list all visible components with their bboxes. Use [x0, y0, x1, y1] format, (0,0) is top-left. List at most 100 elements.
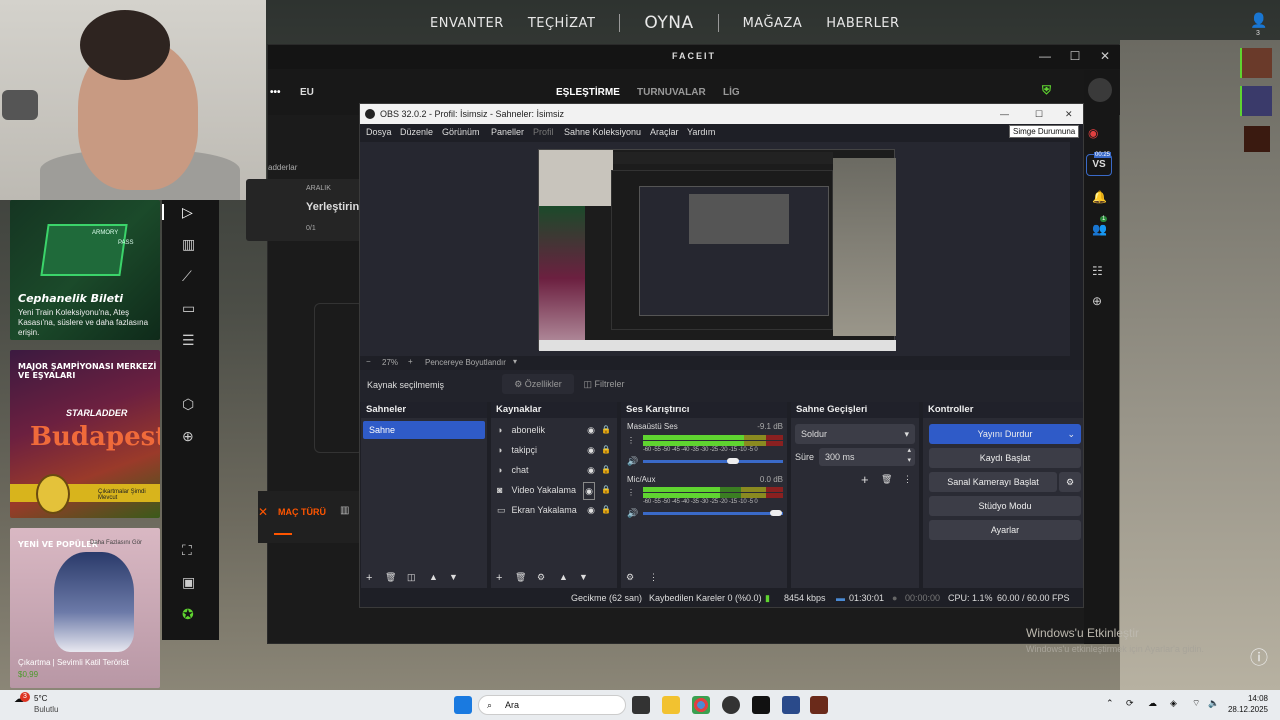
- bell-icon[interactable]: 🔔: [1092, 190, 1107, 204]
- nav-news[interactable]: HABERLER: [826, 16, 899, 31]
- eye-icon[interactable]: ◉: [583, 482, 595, 500]
- close-icon[interactable]: ✕: [1065, 104, 1073, 124]
- more-icon[interactable]: ⋮: [627, 436, 635, 445]
- chevron-down-icon[interactable]: ▼: [449, 572, 458, 582]
- faceit-icon[interactable]: [752, 696, 770, 714]
- menu-tools[interactable]: Araçlar: [650, 127, 679, 137]
- settings-button[interactable]: Ayarlar: [929, 520, 1081, 540]
- speaker-icon[interactable]: 🔊: [627, 508, 638, 519]
- source-item[interactable]: ◙ Video Yakalama ◉ 🔒: [497, 482, 615, 500]
- trash-icon[interactable]: 🗑: [881, 474, 892, 485]
- clock-date[interactable]: 28.12.2025: [1226, 705, 1268, 714]
- party-icon[interactable]: ☷: [1092, 264, 1103, 278]
- menu-help[interactable]: Yardım: [687, 127, 715, 137]
- friend-avatar[interactable]: [1240, 48, 1272, 78]
- menu-dots-icon[interactable]: •••: [270, 87, 281, 98]
- more-icon[interactable]: ⋮: [649, 572, 658, 583]
- friend-avatar[interactable]: [1240, 86, 1272, 116]
- source-item[interactable]: ▭ Ekran Yakalama ◉ 🔒: [497, 502, 615, 518]
- lock-icon[interactable]: 🔒: [601, 462, 611, 478]
- filter-icon[interactable]: ◫: [407, 572, 416, 583]
- maximize-icon[interactable]: ☐: [1035, 104, 1043, 124]
- range-card[interactable]: ARALIK Yerleştirin 0/1: [246, 179, 362, 241]
- trash-icon[interactable]: 🗑: [515, 572, 526, 583]
- chevron-up-icon[interactable]: ▲: [559, 572, 568, 582]
- friend-avatar[interactable]: [1244, 126, 1270, 152]
- chevron-down-icon[interactable]: ▼: [579, 572, 588, 582]
- minimize-icon[interactable]: —: [1000, 104, 1009, 124]
- gear-icon[interactable]: ⚙: [537, 572, 545, 583]
- maximize-icon[interactable]: ☐: [1060, 45, 1090, 69]
- focus-icon[interactable]: ⛶: [182, 542, 192, 559]
- zoom-out-icon[interactable]: −: [366, 357, 371, 366]
- volume-knob[interactable]: [770, 510, 782, 516]
- game-icon[interactable]: [810, 696, 828, 714]
- broadcast-icon[interactable]: ⓘ: [1250, 644, 1268, 670]
- armory-pass-card[interactable]: ARMORY PASS Cephanelik Bileti Yeni Train…: [10, 200, 160, 340]
- shield-icon[interactable]: ✪: [182, 606, 194, 623]
- lock-icon[interactable]: 🔒: [601, 482, 611, 498]
- trash-icon[interactable]: 🗑: [385, 572, 396, 583]
- desktop-volume-slider[interactable]: [643, 458, 783, 464]
- source-item[interactable]: ◑ chat ◉ 🔒: [497, 462, 615, 478]
- see-more-link[interactable]: Daha Fazlasını Gör: [90, 540, 142, 546]
- transition-select[interactable]: Soldur ▾: [795, 424, 915, 444]
- list-icon[interactable]: ☰: [182, 332, 195, 349]
- nav-inventory[interactable]: ENVANTER: [430, 16, 504, 31]
- properties-button[interactable]: ⚙ Özellikler: [502, 374, 574, 394]
- studio-mode-button[interactable]: Stüdyo Modu: [929, 496, 1081, 516]
- avatar[interactable]: [1088, 78, 1112, 102]
- gear-icon[interactable]: ⚙: [626, 572, 634, 583]
- bag-icon[interactable]: ▣: [182, 574, 195, 591]
- speaker-icon[interactable]: 🔊: [627, 456, 638, 467]
- menu-view[interactable]: Görünüm: [442, 127, 480, 137]
- live-icon[interactable]: ◉: [1088, 126, 1098, 140]
- menu-docks[interactable]: Paneller: [491, 127, 524, 137]
- friends-icon[interactable]: 👤: [1250, 12, 1267, 29]
- eye-icon[interactable]: ◉: [587, 442, 595, 458]
- stream-preview[interactable]: [538, 149, 896, 351]
- clock-time[interactable]: 14:08: [1226, 694, 1268, 703]
- cs2-icon[interactable]: [782, 696, 800, 714]
- source-item[interactable]: ◑ takipçi ◉ 🔒: [497, 442, 615, 458]
- menu-edit[interactable]: Düzenle: [400, 127, 433, 137]
- zoom-in-icon[interactable]: +: [408, 357, 413, 366]
- shield-icon[interactable]: ⛨: [1042, 83, 1051, 98]
- minimize-icon[interactable]: —: [1030, 45, 1060, 69]
- tab-league[interactable]: LİG: [723, 87, 740, 98]
- chevron-down-icon[interactable]: ▾: [513, 357, 517, 366]
- nav-loadout[interactable]: TEÇHİZAT: [528, 16, 596, 31]
- chrome-icon[interactable]: [692, 696, 710, 714]
- gear-icon[interactable]: ⚙: [1059, 472, 1081, 492]
- search-input[interactable]: ⌕ Ara: [478, 695, 626, 715]
- add-icon[interactable]: ⊕: [1092, 294, 1102, 308]
- more-icon[interactable]: ⋮: [627, 488, 635, 497]
- video-icon[interactable]: ▭: [182, 300, 195, 317]
- chevron-up-icon[interactable]: ⌃: [1106, 698, 1114, 709]
- tray-icon[interactable]: ☁: [1148, 698, 1157, 709]
- more-icon[interactable]: ⋮: [903, 474, 912, 485]
- region-label[interactable]: EU: [300, 87, 314, 98]
- add-icon[interactable]: +: [496, 572, 502, 584]
- close-icon[interactable]: ✕: [1090, 45, 1120, 69]
- new-popular-card[interactable]: YENİ VE POPÜLER Daha Fazlasını Gör Çıkar…: [10, 528, 160, 688]
- stepper-icon[interactable]: ▴ ▾: [907, 446, 911, 466]
- eye-icon[interactable]: ◉: [587, 422, 595, 438]
- start-virtual-camera-button[interactable]: Sanal Kamerayı Başlat: [929, 472, 1057, 492]
- match-type-bar[interactable]: ✕ MAÇ TÜRÜ ▥: [258, 491, 362, 543]
- file-explorer-icon[interactable]: [662, 696, 680, 714]
- tray-icon[interactable]: ⟳: [1126, 698, 1134, 709]
- scene-item[interactable]: Sahne: [363, 421, 485, 439]
- task-view-icon[interactable]: [632, 696, 650, 714]
- mic-volume-slider[interactable]: [643, 510, 783, 516]
- menu-scene-collection[interactable]: Sahne Koleksiyonu: [564, 127, 641, 137]
- volume-icon[interactable]: 🔈: [1208, 698, 1219, 709]
- add-icon[interactable]: +: [366, 572, 372, 584]
- eye-icon[interactable]: ◉: [587, 462, 595, 478]
- tab-matchmaking[interactable]: EŞLEŞTİRME: [556, 87, 620, 98]
- map-icon[interactable]: ▥: [340, 505, 349, 516]
- chevron-up-icon[interactable]: ▲: [429, 572, 438, 582]
- duration-input[interactable]: 300 ms ▴ ▾: [819, 446, 915, 466]
- menu-profile[interactable]: Profil: [533, 127, 554, 137]
- nav-store[interactable]: MAĞAZA: [743, 16, 803, 31]
